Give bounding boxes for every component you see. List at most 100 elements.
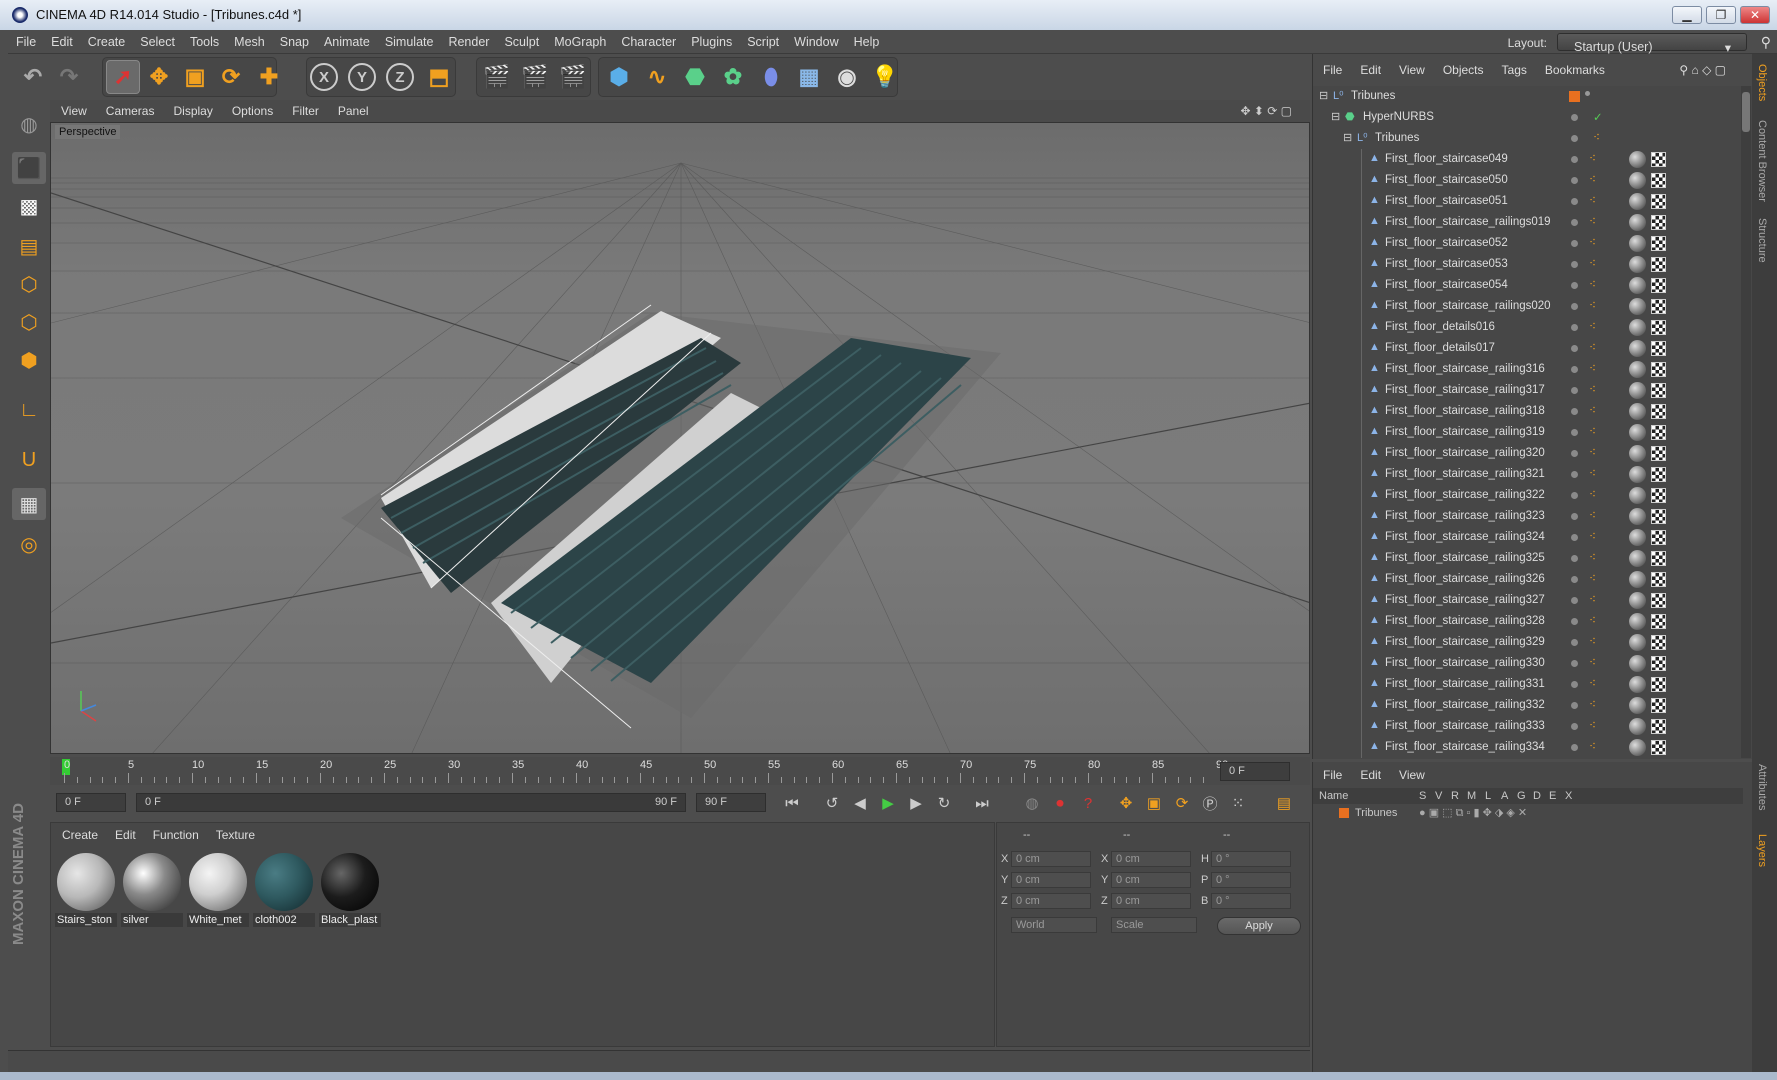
- phong-tag-icon[interactable]: ⁖: [1589, 676, 1605, 692]
- tab-structure[interactable]: Structure: [1756, 218, 1768, 263]
- layers-menu-edit[interactable]: Edit: [1350, 762, 1389, 782]
- position-y-field[interactable]: 0 cm: [1011, 872, 1091, 888]
- frame-range-slider[interactable]: 0 F 90 F: [136, 793, 686, 812]
- menu-file[interactable]: File: [8, 30, 43, 49]
- visibility-dot[interactable]: [1571, 177, 1578, 184]
- cube-icon[interactable]: ⬢: [602, 60, 636, 94]
- object-row[interactable]: ▲ First_floor_staircase_railing334 ⁖: [1313, 737, 1733, 758]
- key-scale-icon[interactable]: ▣: [1142, 792, 1166, 814]
- spline-icon[interactable]: ∿: [640, 60, 674, 94]
- menu-create[interactable]: Create: [80, 30, 133, 49]
- visibility-dot[interactable]: [1571, 492, 1578, 499]
- material-tag-icon[interactable]: [1629, 361, 1646, 378]
- uvw-tag-icon[interactable]: [1651, 320, 1666, 335]
- uvw-tag-icon[interactable]: [1651, 572, 1666, 587]
- object-row[interactable]: ▲ First_floor_staircase_railing328 ⁖: [1313, 611, 1733, 632]
- material-menu-create[interactable]: Create: [51, 823, 104, 842]
- autokey-icon[interactable]: ⏺: [1048, 792, 1072, 814]
- uvw-tag-icon[interactable]: [1651, 488, 1666, 503]
- phong-tag-icon[interactable]: ⁖: [1589, 508, 1605, 524]
- menu-simulate[interactable]: Simulate: [377, 30, 441, 49]
- phong-tag-icon[interactable]: ⁖: [1593, 130, 1609, 146]
- array-icon[interactable]: ✿: [716, 60, 750, 94]
- object-row[interactable]: ▲ First_floor_staircase_railing323 ⁖: [1313, 506, 1733, 527]
- visibility-dot[interactable]: [1571, 513, 1578, 520]
- visibility-dot[interactable]: [1571, 345, 1578, 352]
- visibility-dot[interactable]: [1571, 408, 1578, 415]
- go-to-start-icon[interactable]: ⏮: [780, 792, 804, 814]
- object-manager-nav-icons[interactable]: ⚲ ⌂ ◇ ▢: [1669, 54, 1734, 77]
- object-row[interactable]: ▲ First_floor_staircase050 ⁖: [1313, 170, 1733, 191]
- play-icon[interactable]: ▶: [876, 792, 900, 814]
- menu-animate[interactable]: Animate: [316, 30, 377, 49]
- material-tag-icon[interactable]: [1629, 235, 1646, 252]
- phong-tag-icon[interactable]: ⁖: [1589, 571, 1605, 587]
- y-axis-icon[interactable]: Y: [348, 63, 376, 91]
- menu-snap[interactable]: Snap: [272, 30, 316, 49]
- scrollbar-thumb[interactable]: [1742, 92, 1750, 132]
- move-icon[interactable]: ✥: [142, 60, 176, 94]
- layer-row[interactable]: Tribunes ● ▣ ⬚ ⧉ ▫ ▮ ✥ ⬗ ◈ ✕: [1313, 806, 1743, 822]
- position-z-field[interactable]: 0 cm: [1011, 893, 1091, 909]
- phong-tag-icon[interactable]: ⁖: [1589, 487, 1605, 503]
- phong-tag-icon[interactable]: ⁖: [1589, 361, 1605, 377]
- visibility-dot[interactable]: [1571, 303, 1578, 310]
- tab-layers[interactable]: Layers: [1756, 834, 1768, 867]
- size-x-field[interactable]: 0 cm: [1111, 851, 1191, 867]
- uvw-tag-icon[interactable]: [1651, 635, 1666, 650]
- phong-tag-icon[interactable]: ⁖: [1589, 592, 1605, 608]
- phong-tag-icon[interactable]: ⁖: [1589, 739, 1605, 755]
- phong-tag-icon[interactable]: ⁖: [1589, 193, 1605, 209]
- scale-icon[interactable]: ▣: [178, 60, 212, 94]
- phong-tag-icon[interactable]: ⁖: [1589, 256, 1605, 272]
- camera-icon[interactable]: ◉: [830, 60, 864, 94]
- material-tag-icon[interactable]: [1629, 340, 1646, 357]
- tab-content-browser[interactable]: Content Browser: [1756, 120, 1768, 202]
- visibility-dot[interactable]: [1571, 282, 1578, 289]
- material-tag-icon[interactable]: [1629, 697, 1646, 714]
- objects-menu-edit[interactable]: Edit: [1350, 54, 1389, 77]
- tab-attributes[interactable]: Attributes: [1756, 764, 1768, 810]
- menu-tools[interactable]: Tools: [182, 30, 226, 49]
- menu-sculpt[interactable]: Sculpt: [496, 30, 546, 49]
- visibility-dot[interactable]: [1571, 219, 1578, 226]
- uvw-tag-icon[interactable]: [1651, 236, 1666, 251]
- visibility-dot[interactable]: [1571, 555, 1578, 562]
- objects-menu-tags[interactable]: Tags: [1492, 54, 1535, 77]
- objects-menu-bookmarks[interactable]: Bookmarks: [1535, 54, 1613, 77]
- rotation-p-field[interactable]: 0 °: [1211, 872, 1291, 888]
- phong-tag-icon[interactable]: ⁖: [1589, 445, 1605, 461]
- uvw-tag-icon[interactable]: [1651, 194, 1666, 209]
- uvw-tag-icon[interactable]: [1651, 341, 1666, 356]
- visibility-dot[interactable]: [1571, 681, 1578, 688]
- objects-menu-file[interactable]: File: [1313, 54, 1350, 77]
- object-row-root[interactable]: ⊟ L⁰ Tribunes: [1313, 86, 1733, 107]
- object-row[interactable]: ▲ First_floor_staircase_railing317 ⁖: [1313, 380, 1733, 401]
- key-rotation-icon[interactable]: ⟳: [1170, 792, 1194, 814]
- size-z-field[interactable]: 0 cm: [1111, 893, 1191, 909]
- keyframe-selection-icon[interactable]: ?: [1076, 792, 1100, 814]
- visibility-dot[interactable]: [1571, 156, 1578, 163]
- uvw-tag-icon[interactable]: [1651, 656, 1666, 671]
- material-tag-icon[interactable]: [1629, 193, 1646, 210]
- key-position-icon[interactable]: ✥: [1114, 792, 1138, 814]
- phong-tag-icon[interactable]: ⁖: [1589, 424, 1605, 440]
- make-editable-icon[interactable]: ◍: [12, 108, 46, 140]
- object-row[interactable]: ▲ First_floor_staircase_railing318 ⁖: [1313, 401, 1733, 422]
- object-row[interactable]: ▲ First_floor_staircase_railing321 ⁖: [1313, 464, 1733, 485]
- phong-tag-icon[interactable]: ⁖: [1589, 382, 1605, 398]
- visibility-dot[interactable]: [1571, 387, 1578, 394]
- material-tag-icon[interactable]: [1629, 466, 1646, 483]
- workplane-icon[interactable]: ▤: [12, 230, 46, 262]
- 3d-viewport[interactable]: Perspective: [50, 122, 1310, 754]
- viewport-menu-panel[interactable]: Panel: [327, 100, 377, 118]
- material-tag-icon[interactable]: [1629, 676, 1646, 693]
- previous-frame-icon[interactable]: ◀: [848, 792, 872, 814]
- uvw-tag-icon[interactable]: [1651, 299, 1666, 314]
- visibility-dot[interactable]: [1571, 576, 1578, 583]
- phong-tag-icon[interactable]: ⁖: [1589, 319, 1605, 335]
- uvw-tag-icon[interactable]: [1651, 215, 1666, 230]
- material-tag-icon[interactable]: [1629, 571, 1646, 588]
- model-mode-icon[interactable]: ⬛: [12, 152, 46, 184]
- deformer-icon[interactable]: ⬮: [754, 60, 788, 94]
